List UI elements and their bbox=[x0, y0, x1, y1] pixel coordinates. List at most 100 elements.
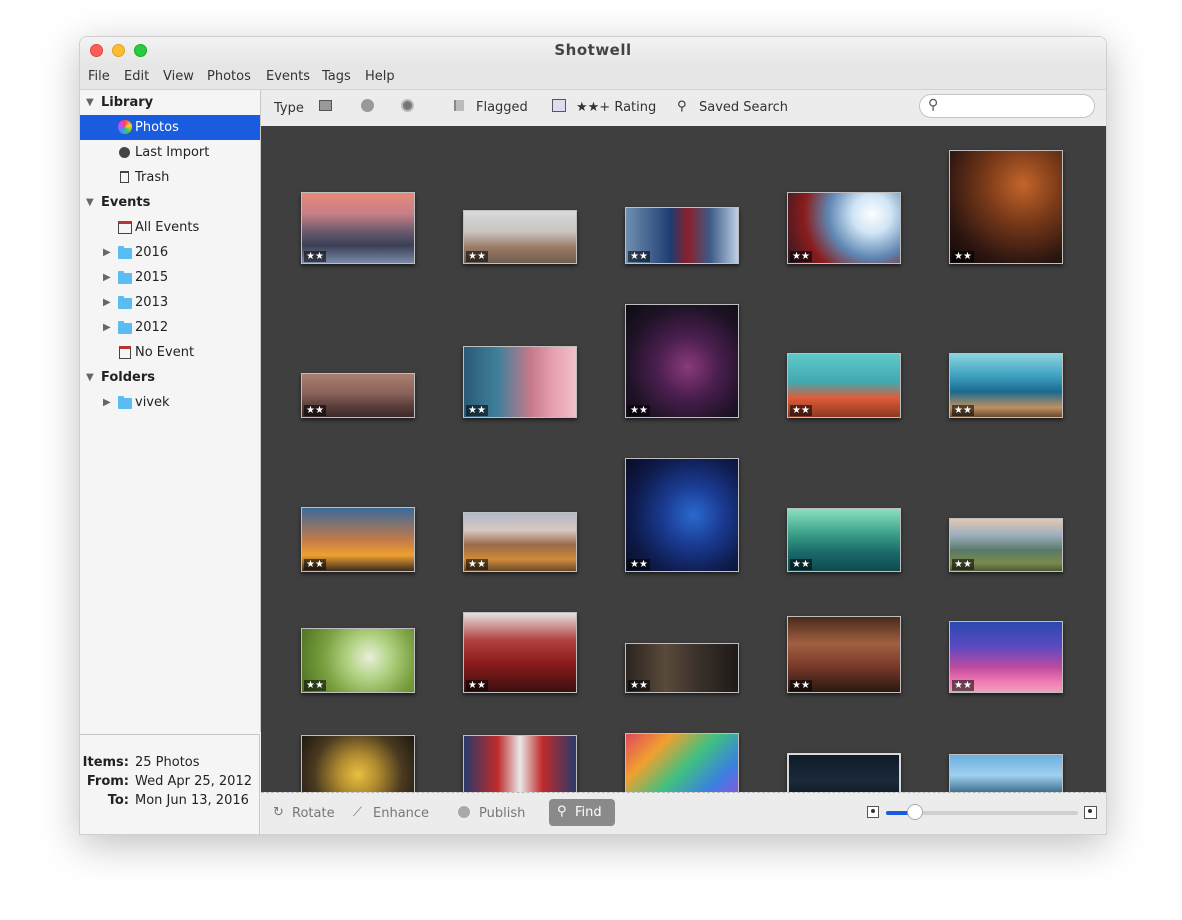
photo-thumbnail[interactable]: ★★ bbox=[787, 353, 901, 418]
photo-thumbnail[interactable]: ★★ bbox=[787, 508, 901, 572]
publish-button[interactable]: Publish bbox=[479, 806, 525, 821]
rating-stars: ★★ bbox=[628, 680, 650, 691]
photo-thumbnail[interactable]: ★★ bbox=[625, 458, 739, 572]
title-bar: Shotwell bbox=[80, 37, 1106, 65]
menu-edit[interactable]: Edit bbox=[124, 69, 149, 84]
menu-file[interactable]: File bbox=[88, 69, 110, 84]
sidebar-folders-header[interactable]: ▼ Folders bbox=[80, 365, 260, 390]
photo-thumbnail[interactable]: ★★ bbox=[301, 507, 415, 572]
sidebar-item-no-event[interactable]: No Event bbox=[80, 340, 260, 365]
sidebar-item-label: 2015 bbox=[135, 270, 169, 285]
rating-stars: ★★ bbox=[466, 680, 488, 691]
menu-photos[interactable]: Photos bbox=[207, 69, 251, 84]
photos-icon bbox=[118, 120, 132, 134]
clock-icon bbox=[119, 147, 130, 158]
sidebar-item-2013[interactable]: ▶ 2013 bbox=[80, 290, 260, 315]
flagged-filter-button[interactable]: Flagged bbox=[476, 100, 528, 115]
rating-stars: ★★ bbox=[466, 405, 488, 416]
sidebar-item-2012[interactable]: ▶ 2012 bbox=[80, 315, 260, 340]
expand-arrow-icon[interactable]: ▶ bbox=[103, 265, 111, 290]
photo-thumbnail[interactable]: ★★ bbox=[301, 628, 415, 693]
rating-stars: ★★ bbox=[304, 559, 326, 570]
photo-thumbnail[interactable]: ★★ bbox=[949, 754, 1063, 792]
rating-stars: ★★ bbox=[304, 251, 326, 262]
expand-arrow-icon[interactable]: ▶ bbox=[103, 240, 111, 265]
find-button[interactable]: ⚲ Find bbox=[549, 799, 615, 826]
zoom-slider-handle[interactable] bbox=[907, 804, 923, 820]
photo-thumbnail[interactable]: ★★ bbox=[301, 735, 415, 792]
sidebar-item-label: 2012 bbox=[135, 320, 169, 335]
enhance-icon: ⟋ bbox=[353, 805, 363, 820]
rating-stars: ★★ bbox=[790, 251, 812, 262]
rating-stars: ★★ bbox=[790, 405, 812, 416]
saved-search-button[interactable]: Saved Search bbox=[699, 100, 788, 115]
photo-thumbnail[interactable]: ★★ bbox=[949, 150, 1063, 264]
photo-thumbnail[interactable]: ★★ bbox=[625, 207, 739, 264]
rating-stars: ★★ bbox=[304, 405, 326, 416]
folder-icon bbox=[118, 321, 132, 334]
photo-thumbnail[interactable]: ★★ bbox=[787, 753, 901, 792]
sidebar-item-photos[interactable]: Photos bbox=[80, 115, 260, 140]
sidebar-item-last-import[interactable]: Last Import bbox=[80, 140, 260, 165]
expand-arrow-icon[interactable]: ▼ bbox=[86, 365, 94, 390]
sidebar: ▼ Library Photos Last Import Trash ▼ Eve… bbox=[80, 90, 261, 732]
menu-events[interactable]: Events bbox=[266, 69, 310, 84]
sidebar-item-all-events[interactable]: All Events bbox=[80, 215, 260, 240]
sidebar-item-2015[interactable]: ▶ 2015 bbox=[80, 265, 260, 290]
menu-tags[interactable]: Tags bbox=[322, 69, 351, 84]
photo-thumbnail[interactable]: ★★ bbox=[463, 512, 577, 572]
find-button-label: Find bbox=[575, 805, 602, 820]
photo-thumbnail[interactable]: ★★ bbox=[463, 346, 577, 418]
photo-thumbnail[interactable]: ★★ bbox=[949, 518, 1063, 572]
photo-thumbnail[interactable]: ★★ bbox=[949, 353, 1063, 418]
zoom-in-icon[interactable] bbox=[1084, 806, 1097, 819]
photo-grid: ★★ ★★ ★★ ★★ ★★ ★★ ★★ ★★ ★★ ★★ ★★ ★★ ★★ ★… bbox=[261, 126, 1106, 792]
sidebar-item-vivek[interactable]: ▶ vivek bbox=[80, 390, 260, 415]
enhance-button[interactable]: Enhance bbox=[373, 806, 429, 821]
expand-arrow-icon[interactable]: ▼ bbox=[86, 90, 94, 115]
photo-thumbnail[interactable]: ★★ bbox=[463, 210, 577, 264]
sidebar-header-label: Events bbox=[101, 195, 151, 210]
photo-thumbnail[interactable]: ★★ bbox=[301, 373, 415, 418]
photo-thumbnail[interactable]: ★★ bbox=[625, 643, 739, 693]
photo-thumbnail[interactable]: ★★ bbox=[787, 616, 901, 693]
expand-arrow-icon[interactable]: ▶ bbox=[103, 390, 111, 415]
expand-arrow-icon[interactable]: ▶ bbox=[103, 290, 111, 315]
raw-type-icon[interactable] bbox=[401, 99, 414, 112]
sidebar-item-label: 2016 bbox=[135, 245, 169, 260]
photo-thumbnail[interactable]: ★★ bbox=[625, 733, 739, 792]
photo-thumbnail[interactable]: ★★ bbox=[949, 621, 1063, 693]
sidebar-library-header[interactable]: ▼ Library bbox=[80, 90, 260, 115]
rotate-button[interactable]: Rotate bbox=[292, 806, 335, 821]
zoom-out-icon[interactable] bbox=[867, 806, 879, 818]
rating-stars: ★★ bbox=[790, 680, 812, 691]
sidebar-item-label: vivek bbox=[135, 395, 170, 410]
sidebar-item-trash[interactable]: Trash bbox=[80, 165, 260, 190]
menu-help[interactable]: Help bbox=[365, 69, 395, 84]
photo-thumbnail[interactable]: ★★ bbox=[463, 612, 577, 693]
sidebar-events-header[interactable]: ▼ Events bbox=[80, 190, 260, 215]
sidebar-item-2016[interactable]: ▶ 2016 bbox=[80, 240, 260, 265]
menu-view[interactable]: View bbox=[163, 69, 194, 84]
photo-thumbnail[interactable]: ★★ bbox=[301, 192, 415, 264]
filter-toolbar: Type Flagged ★★+ Rating ⚲ Saved Search ⚲ bbox=[261, 90, 1106, 127]
folder-icon bbox=[118, 296, 132, 309]
rating-stars: ★★ bbox=[952, 405, 974, 416]
expand-arrow-icon[interactable]: ▶ bbox=[103, 315, 111, 340]
rotate-icon: ↻ bbox=[273, 805, 284, 820]
expand-arrow-icon[interactable]: ▼ bbox=[86, 190, 94, 215]
photo-thumbnail[interactable]: ★★ bbox=[463, 735, 577, 792]
sidebar-item-label: No Event bbox=[135, 345, 195, 360]
no-event-icon bbox=[119, 346, 131, 359]
photo-type-icon[interactable] bbox=[319, 100, 332, 111]
video-type-icon[interactable] bbox=[361, 99, 374, 112]
menu-bar: File Edit View Photos Events Tags Help bbox=[80, 65, 1106, 90]
rating-filter-button[interactable]: ★★+ Rating bbox=[576, 100, 656, 115]
photo-thumbnail[interactable]: ★★ bbox=[625, 304, 739, 418]
search-input[interactable]: ⚲ bbox=[919, 94, 1095, 118]
rating-stars: ★★ bbox=[952, 680, 974, 691]
sidebar-header-label: Folders bbox=[101, 370, 156, 385]
search-icon: ⚲ bbox=[928, 97, 939, 113]
photo-thumbnail[interactable]: ★★ bbox=[787, 192, 901, 264]
zoom-slider[interactable] bbox=[886, 804, 1078, 820]
